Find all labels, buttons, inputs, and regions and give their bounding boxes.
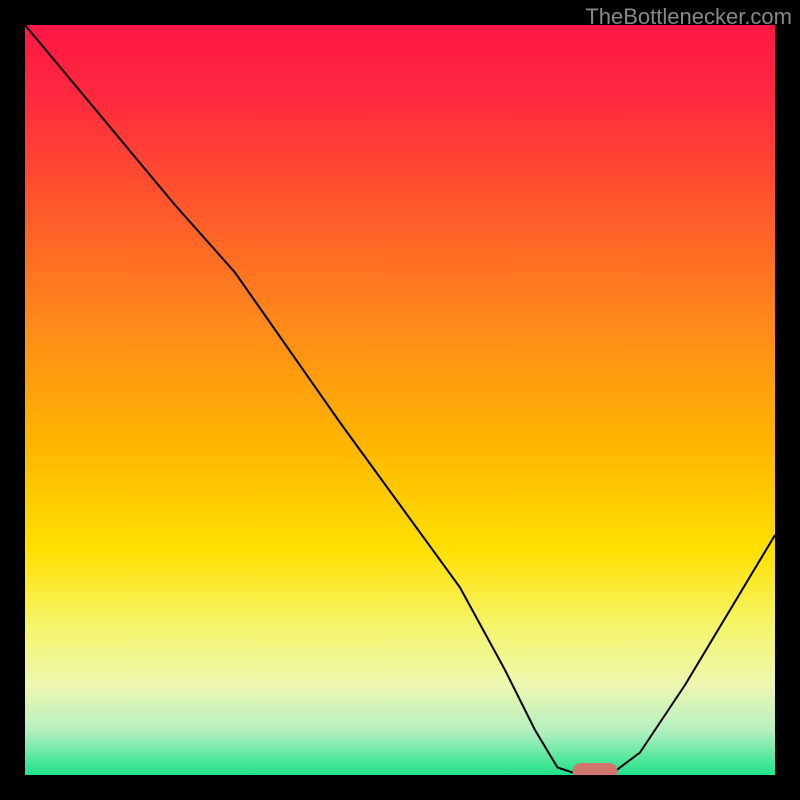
watermark-text: TheBottlenecker.com — [585, 4, 792, 30]
chart-svg — [25, 25, 775, 775]
chart-container: TheBottlenecker.com — [0, 0, 800, 800]
gradient-background — [25, 25, 775, 775]
plot-area — [25, 25, 775, 775]
optimal-zone-marker — [573, 763, 618, 775]
